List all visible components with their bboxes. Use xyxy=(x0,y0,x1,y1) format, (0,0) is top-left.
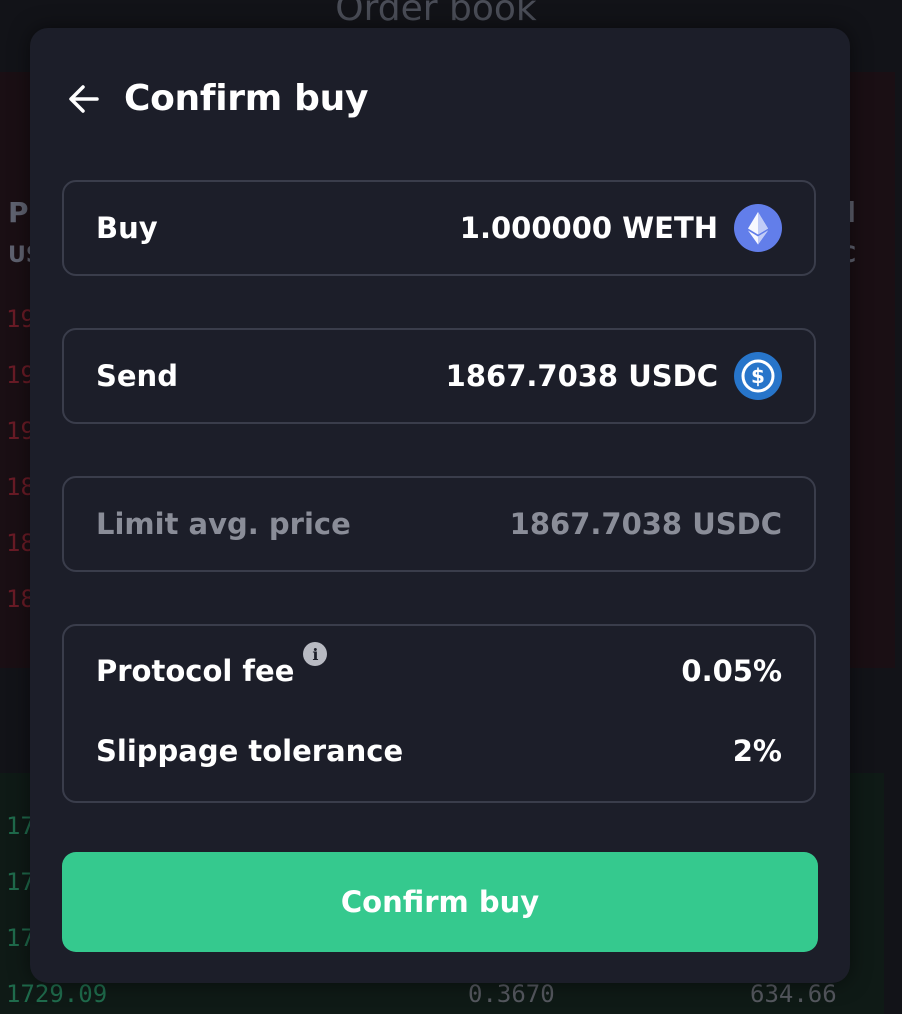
fee-summary: Protocol fee i 0.05% Slippage tolerance … xyxy=(62,624,816,803)
slippage-label: Slippage tolerance xyxy=(96,734,404,768)
bid-total: 634.66 xyxy=(750,980,837,1008)
slippage-value: 2% xyxy=(732,734,782,768)
send-row: Send 1867.7038 USDC $ xyxy=(62,328,816,424)
buy-amount: 1.000000 WETH xyxy=(459,211,718,245)
limit-price-value: 1867.7038 USDC xyxy=(509,507,782,541)
bid-amount: 0.3670 xyxy=(468,980,555,1008)
confirm-buy-button[interactable]: Confirm buy xyxy=(62,852,818,952)
back-button[interactable] xyxy=(66,81,102,117)
order-book-title: Order book xyxy=(335,0,537,29)
bid-price: 1729.09 xyxy=(6,980,108,1008)
eth-icon xyxy=(734,204,782,252)
send-amount: 1867.7038 USDC xyxy=(445,359,718,393)
protocol-fee-label: Protocol fee xyxy=(96,654,295,688)
usdc-icon: $ xyxy=(734,352,782,400)
info-icon[interactable]: i xyxy=(303,642,328,666)
limit-price-label: Limit avg. price xyxy=(96,507,351,541)
buy-label: Buy xyxy=(96,211,158,245)
buy-row: Buy 1.000000 WETH xyxy=(62,180,816,276)
modal-header: Confirm buy xyxy=(66,78,368,119)
modal-title: Confirm buy xyxy=(124,78,369,119)
slippage-row: Slippage tolerance 2% xyxy=(96,734,782,768)
protocol-fee-row: Protocol fee i 0.05% xyxy=(96,642,782,688)
arrow-left-icon xyxy=(69,84,99,113)
confirm-buy-modal: Confirm buy Buy 1.000000 WETH Send 1867.… xyxy=(30,28,850,983)
svg-text:$: $ xyxy=(751,364,765,388)
price-header: P xyxy=(8,196,29,229)
protocol-fee-value: 0.05% xyxy=(681,654,782,688)
limit-price-row: Limit avg. price 1867.7038 USDC xyxy=(62,476,816,572)
send-label: Send xyxy=(96,359,178,393)
